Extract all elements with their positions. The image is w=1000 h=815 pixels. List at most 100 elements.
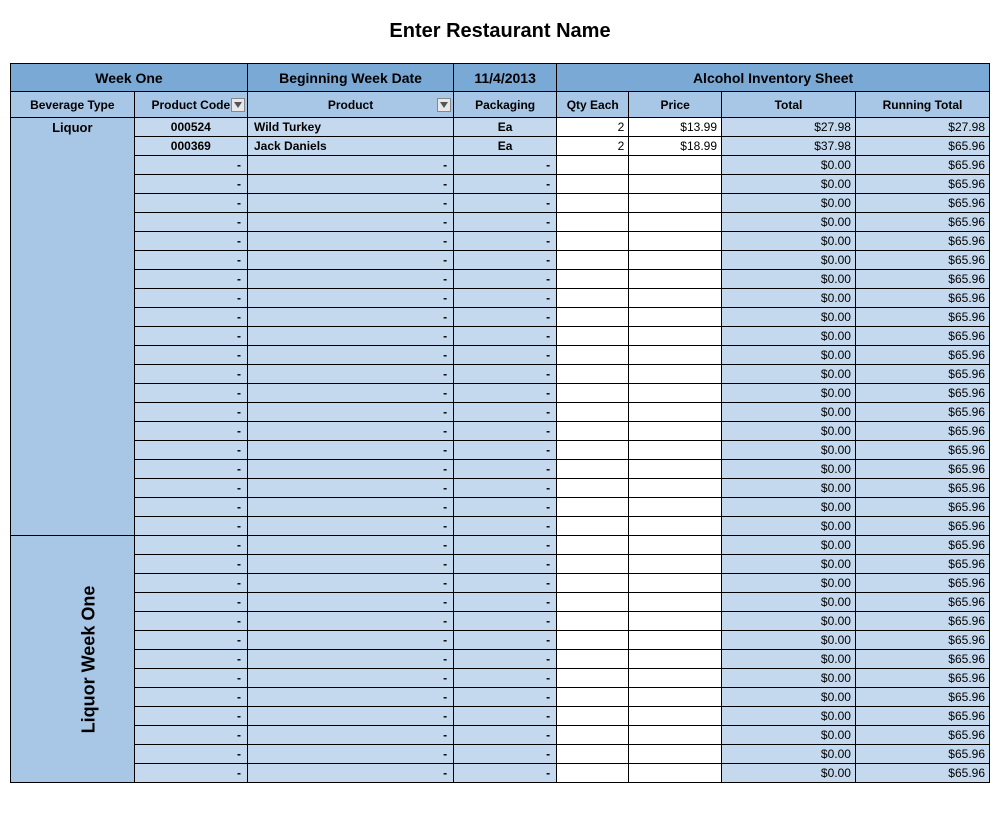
packaging-cell[interactable]: - bbox=[454, 441, 557, 460]
packaging-cell[interactable]: - bbox=[454, 726, 557, 745]
qty-cell[interactable] bbox=[557, 707, 629, 726]
packaging-cell[interactable]: Ea bbox=[454, 137, 557, 156]
price-cell[interactable] bbox=[629, 764, 722, 783]
product-cell[interactable]: - bbox=[248, 707, 454, 726]
product-code-cell[interactable]: - bbox=[134, 327, 247, 346]
packaging-cell[interactable]: - bbox=[454, 688, 557, 707]
qty-cell[interactable] bbox=[557, 289, 629, 308]
product-code-cell[interactable]: - bbox=[134, 232, 247, 251]
qty-cell[interactable] bbox=[557, 536, 629, 555]
product-cell[interactable]: - bbox=[248, 631, 454, 650]
packaging-cell[interactable]: - bbox=[454, 289, 557, 308]
qty-cell[interactable] bbox=[557, 251, 629, 270]
qty-cell[interactable] bbox=[557, 346, 629, 365]
price-cell[interactable] bbox=[629, 441, 722, 460]
product-code-cell[interactable]: - bbox=[134, 726, 247, 745]
product-cell[interactable]: - bbox=[248, 308, 454, 327]
qty-cell[interactable]: 2 bbox=[557, 137, 629, 156]
product-cell[interactable]: - bbox=[248, 574, 454, 593]
product-cell[interactable]: - bbox=[248, 403, 454, 422]
packaging-cell[interactable]: - bbox=[454, 156, 557, 175]
product-code-cell[interactable]: - bbox=[134, 764, 247, 783]
qty-cell[interactable] bbox=[557, 612, 629, 631]
price-cell[interactable] bbox=[629, 365, 722, 384]
packaging-cell[interactable]: - bbox=[454, 403, 557, 422]
product-code-cell[interactable]: - bbox=[134, 669, 247, 688]
qty-cell[interactable] bbox=[557, 726, 629, 745]
packaging-cell[interactable]: - bbox=[454, 517, 557, 536]
product-cell[interactable]: - bbox=[248, 460, 454, 479]
price-cell[interactable]: $13.99 bbox=[629, 118, 722, 137]
product-code-cell[interactable]: 000524 bbox=[134, 118, 247, 137]
qty-cell[interactable] bbox=[557, 498, 629, 517]
qty-cell[interactable] bbox=[557, 479, 629, 498]
product-code-cell[interactable]: - bbox=[134, 593, 247, 612]
price-cell[interactable] bbox=[629, 631, 722, 650]
packaging-cell[interactable]: - bbox=[454, 536, 557, 555]
product-cell[interactable]: - bbox=[248, 555, 454, 574]
price-cell[interactable] bbox=[629, 346, 722, 365]
product-code-cell[interactable]: - bbox=[134, 156, 247, 175]
product-code-cell[interactable]: - bbox=[134, 707, 247, 726]
packaging-cell[interactable]: Ea bbox=[454, 118, 557, 137]
price-cell[interactable] bbox=[629, 479, 722, 498]
price-cell[interactable] bbox=[629, 593, 722, 612]
begin-week-date[interactable]: 11/4/2013 bbox=[454, 64, 557, 92]
packaging-cell[interactable]: - bbox=[454, 555, 557, 574]
price-cell[interactable] bbox=[629, 669, 722, 688]
qty-cell[interactable]: 2 bbox=[557, 118, 629, 137]
price-cell[interactable]: $18.99 bbox=[629, 137, 722, 156]
product-cell[interactable]: - bbox=[248, 479, 454, 498]
product-cell[interactable]: - bbox=[248, 384, 454, 403]
packaging-cell[interactable]: - bbox=[454, 498, 557, 517]
qty-cell[interactable] bbox=[557, 764, 629, 783]
product-code-cell[interactable]: - bbox=[134, 745, 247, 764]
product-code-cell[interactable]: - bbox=[134, 422, 247, 441]
product-cell[interactable]: Wild Turkey bbox=[248, 118, 454, 137]
packaging-cell[interactable]: - bbox=[454, 213, 557, 232]
product-code-cell[interactable]: - bbox=[134, 251, 247, 270]
price-cell[interactable] bbox=[629, 213, 722, 232]
qty-cell[interactable] bbox=[557, 422, 629, 441]
product-cell[interactable]: - bbox=[248, 441, 454, 460]
price-cell[interactable] bbox=[629, 555, 722, 574]
qty-cell[interactable] bbox=[557, 441, 629, 460]
product-cell[interactable]: - bbox=[248, 213, 454, 232]
product-cell[interactable]: - bbox=[248, 194, 454, 213]
filter-dropdown-icon[interactable] bbox=[231, 98, 245, 112]
qty-cell[interactable] bbox=[557, 460, 629, 479]
qty-cell[interactable] bbox=[557, 175, 629, 194]
price-cell[interactable] bbox=[629, 251, 722, 270]
packaging-cell[interactable]: - bbox=[454, 460, 557, 479]
product-code-cell[interactable]: - bbox=[134, 213, 247, 232]
qty-cell[interactable] bbox=[557, 194, 629, 213]
qty-cell[interactable] bbox=[557, 555, 629, 574]
product-cell[interactable]: - bbox=[248, 156, 454, 175]
product-code-cell[interactable]: - bbox=[134, 270, 247, 289]
product-code-cell[interactable]: - bbox=[134, 517, 247, 536]
product-cell[interactable]: - bbox=[248, 650, 454, 669]
price-cell[interactable] bbox=[629, 707, 722, 726]
price-cell[interactable] bbox=[629, 194, 722, 213]
packaging-cell[interactable]: - bbox=[454, 593, 557, 612]
packaging-cell[interactable]: - bbox=[454, 574, 557, 593]
qty-cell[interactable] bbox=[557, 631, 629, 650]
qty-cell[interactable] bbox=[557, 650, 629, 669]
product-cell[interactable]: - bbox=[248, 251, 454, 270]
qty-cell[interactable] bbox=[557, 365, 629, 384]
product-cell[interactable]: - bbox=[248, 612, 454, 631]
price-cell[interactable] bbox=[629, 612, 722, 631]
price-cell[interactable] bbox=[629, 422, 722, 441]
packaging-cell[interactable]: - bbox=[454, 365, 557, 384]
price-cell[interactable] bbox=[629, 156, 722, 175]
product-cell[interactable]: Jack Daniels bbox=[248, 137, 454, 156]
product-code-cell[interactable]: - bbox=[134, 365, 247, 384]
product-code-cell[interactable]: - bbox=[134, 194, 247, 213]
product-cell[interactable]: - bbox=[248, 517, 454, 536]
product-cell[interactable]: - bbox=[248, 289, 454, 308]
price-cell[interactable] bbox=[629, 745, 722, 764]
col-product[interactable]: Product bbox=[248, 92, 454, 118]
product-code-cell[interactable]: - bbox=[134, 555, 247, 574]
product-code-cell[interactable]: - bbox=[134, 650, 247, 669]
product-cell[interactable]: - bbox=[248, 365, 454, 384]
